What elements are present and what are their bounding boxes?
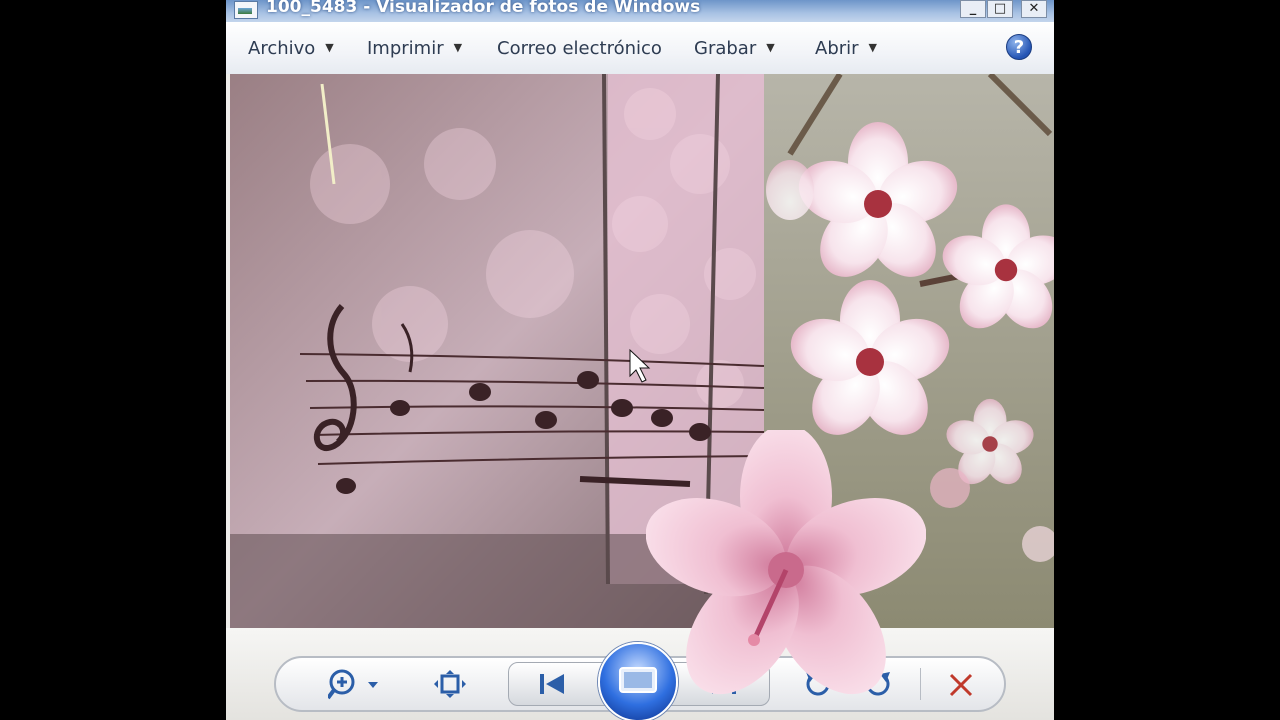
menu-imprimir[interactable]: Imprimir ▼ — [367, 38, 462, 59]
menu-correo-label: Correo electrónico — [497, 38, 662, 59]
chevron-down-icon: ▼ — [868, 41, 878, 54]
menu-archivo[interactable]: Archivo ▼ — [248, 38, 334, 59]
red-x-icon — [949, 673, 973, 697]
fit-window-icon — [440, 674, 460, 694]
maximize-button[interactable]: □ — [987, 0, 1013, 18]
chevron-down-icon: ▼ — [766, 41, 775, 54]
previous-button[interactable] — [538, 672, 568, 696]
menu-abrir[interactable]: Abrir ▼ — [815, 38, 877, 59]
photo-image — [230, 74, 1054, 628]
actual-size-button[interactable] — [434, 670, 466, 698]
hibiscus-flower-icon — [646, 430, 926, 695]
photo-display[interactable] — [230, 74, 1054, 628]
photo-viewer-app-icon — [234, 1, 258, 19]
menu-archivo-label: Archivo — [248, 38, 316, 59]
menu-abrir-label: Abrir — [815, 38, 859, 59]
chevron-down-icon: ▼ — [453, 41, 463, 54]
window-title: 100_5483 - Visualizador de fotos de Wind… — [266, 0, 701, 17]
title-bar[interactable]: 100_5483 - Visualizador de fotos de Wind… — [226, 0, 1054, 22]
menu-grabar-label: Grabar — [694, 38, 757, 59]
bottom-toolbar — [226, 628, 1054, 720]
skip-back-icon — [546, 674, 564, 694]
zoom-button[interactable] — [328, 668, 380, 700]
command-bar: Archivo ▼ Imprimir ▼ Correo electrónico Gr… — [226, 22, 1054, 74]
help-icon[interactable]: ? — [1006, 34, 1032, 60]
menu-grabar[interactable]: Grabar ▼ — [694, 38, 775, 59]
delete-button[interactable] — [948, 672, 974, 698]
close-button[interactable]: ✕ — [1021, 0, 1047, 18]
chevron-down-icon: ▼ — [325, 41, 334, 54]
minimize-button[interactable]: _ — [960, 0, 986, 18]
photo-viewer-window: 100_5483 - Visualizador de fotos de Wind… — [226, 0, 1054, 720]
menu-imprimir-label: Imprimir — [367, 38, 444, 59]
menu-correo-electronico[interactable]: Correo electrónico — [497, 38, 662, 59]
chevron-down-icon — [368, 682, 378, 688]
